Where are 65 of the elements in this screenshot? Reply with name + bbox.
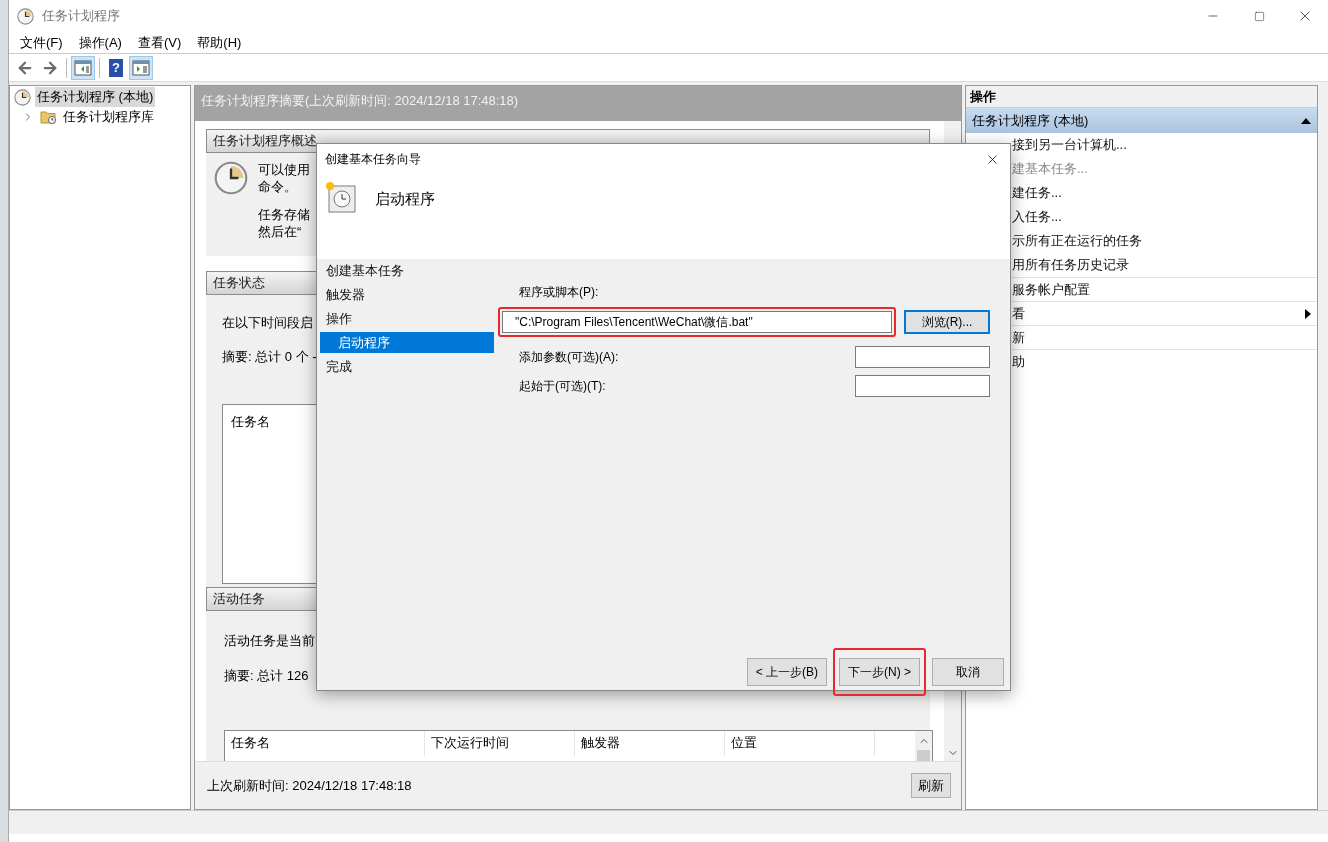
column-header[interactable]: 触发器 bbox=[575, 730, 725, 756]
dialog-title: 创建基本任务向导 bbox=[325, 151, 422, 168]
overview-text: 任务存储 bbox=[258, 206, 310, 223]
clock-icon bbox=[14, 88, 31, 106]
group-title: 任务计划程序 (本地) bbox=[972, 111, 1090, 130]
wizard-step: 完成 bbox=[320, 356, 494, 377]
collapse-icon[interactable] bbox=[1301, 117, 1311, 124]
tree-item[interactable]: 任务计划程序 (本地) bbox=[35, 87, 156, 107]
action-item[interactable]: 看 bbox=[1012, 303, 1305, 324]
column-header[interactable]: 位置 bbox=[725, 730, 875, 756]
action-item[interactable]: 服务帐户配置 bbox=[1012, 279, 1311, 300]
dialog-heading: 启动程序 bbox=[375, 189, 435, 209]
clock-icon bbox=[214, 161, 248, 195]
menu-item[interactable]: 查看(V) bbox=[132, 32, 187, 53]
wizard-button[interactable]: < 上一步(B) bbox=[746, 658, 827, 686]
wizard-button[interactable]: 取消 bbox=[932, 658, 1004, 686]
status-text: 在以下时间段启 bbox=[222, 314, 313, 332]
tree-item[interactable]: 任务计划程序库 bbox=[61, 107, 156, 127]
pane-toggle-button[interactable] bbox=[71, 55, 95, 80]
column-header[interactable]: 任务名 bbox=[225, 730, 425, 756]
last-refresh-text: 上次刷新时间: 2024/12/18 17:48:18 bbox=[207, 776, 413, 795]
window-title: 任务计划程序 bbox=[42, 7, 120, 26]
app-icon bbox=[17, 7, 34, 25]
section-title: 活动任务 bbox=[213, 590, 265, 609]
program-field[interactable]: "C:\Program Files\Tencent\WeChat\微信.bat" bbox=[502, 311, 892, 333]
calendar-clock-icon bbox=[323, 180, 357, 214]
column-header[interactable]: 任务名 bbox=[231, 413, 270, 429]
active-text: 活动任务是当前 bbox=[224, 632, 315, 650]
folder-icon bbox=[40, 109, 57, 125]
help-button[interactable]: ? bbox=[104, 55, 128, 80]
menu-item[interactable]: 文件(F) bbox=[15, 32, 68, 53]
pane-toggle-button[interactable] bbox=[129, 55, 153, 80]
column-header[interactable]: 下次运行时间 bbox=[425, 730, 575, 756]
active-summary: 摘要: 总计 126 bbox=[224, 667, 309, 685]
browse-button[interactable]: 浏览(R)... bbox=[904, 310, 990, 334]
action-item[interactable]: 助 bbox=[1012, 351, 1311, 372]
summary-title: 任务计划程序摘要(上次刷新时间: 2024/12/18 17:48:18) bbox=[201, 93, 519, 108]
input-field[interactable] bbox=[855, 346, 990, 368]
wizard-step: 操作 bbox=[320, 308, 494, 329]
action-item[interactable]: 用所有任务历史记录 bbox=[1012, 255, 1311, 275]
wizard-step: 触发器 bbox=[320, 284, 494, 305]
pane-title: 操作 bbox=[970, 87, 996, 106]
overview-text: 然后在“ bbox=[258, 223, 303, 240]
refresh-button[interactable]: 刷新 bbox=[911, 773, 951, 798]
action-item[interactable]: 建任务... bbox=[1012, 183, 1311, 203]
status-summary: 摘要: 总计 0 个 - bbox=[222, 348, 317, 366]
action-item[interactable]: 新 bbox=[1012, 327, 1311, 348]
input-field[interactable] bbox=[855, 375, 990, 397]
overview-text: 可以使用 bbox=[258, 161, 310, 178]
menu-item[interactable]: 操作(A) bbox=[73, 32, 127, 53]
field-label: 起始于(可选)(T): bbox=[518, 378, 607, 395]
action-item[interactable]: 接到另一台计算机... bbox=[1012, 135, 1311, 155]
action-group-header[interactable]: 任务计划程序 (本地) bbox=[966, 108, 1317, 133]
overview-text: 命令。 bbox=[258, 178, 298, 195]
wizard-step: 创建基本任务 bbox=[320, 260, 494, 281]
section-title: 任务状态 bbox=[213, 274, 265, 293]
field-label: 添加参数(可选)(A): bbox=[518, 349, 620, 366]
wizard-step: 启动程序 bbox=[320, 332, 494, 353]
action-item[interactable]: 示所有正在运行的任务 bbox=[1012, 231, 1311, 251]
menu-item[interactable]: 帮助(H) bbox=[192, 32, 247, 53]
section-title: 任务计划程序概述 bbox=[213, 132, 317, 151]
action-item[interactable]: 入任务... bbox=[1012, 207, 1311, 227]
field-label: 程序或脚本(P): bbox=[518, 284, 600, 301]
maximize-icon bbox=[1253, 10, 1265, 22]
wizard-button[interactable]: 下一步(N) > bbox=[839, 658, 920, 686]
